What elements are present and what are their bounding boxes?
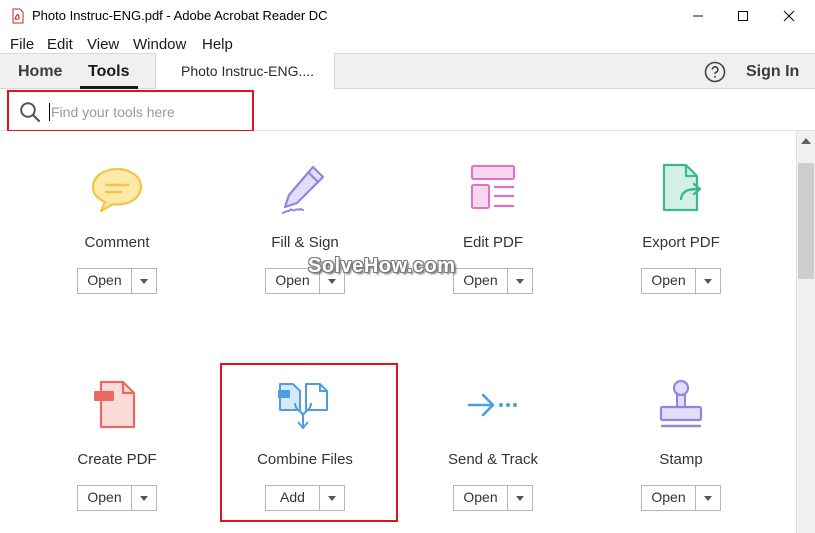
tool-send-track[interactable]: Send & Track Open: [413, 348, 573, 518]
tool-label: Fill & Sign: [271, 234, 339, 251]
search-input[interactable]: [51, 101, 241, 123]
sign-in-link[interactable]: Sign In: [746, 63, 799, 81]
search-icon: [20, 102, 41, 123]
speech-bubble-icon: [91, 167, 143, 213]
question-circle-icon[interactable]: [704, 61, 726, 83]
watermark: SolveHow.com: [308, 255, 456, 277]
tab-bar: Home Tools Photo Instruc-ENG.... Sign In: [0, 53, 815, 89]
open-button[interactable]: Open: [78, 269, 132, 293]
dropdown-button[interactable]: [508, 269, 532, 293]
tool-search-area: [0, 89, 815, 132]
tool-export-pdf[interactable]: Export PDF Open: [601, 131, 761, 301]
tool-comment[interactable]: Comment Open: [37, 131, 197, 301]
tool-label: Export PDF: [642, 234, 720, 251]
tool-stamp[interactable]: Stamp Open: [601, 348, 761, 518]
stamp-icon: [659, 379, 703, 428]
window-title: Photo Instruc-ENG.pdf - Adobe Acrobat Re…: [32, 8, 328, 23]
tool-open-button: Open: [77, 268, 157, 294]
tool-create-pdf[interactable]: Create PDF Open: [37, 348, 197, 518]
tool-open-button: Open: [77, 485, 157, 511]
menu-help[interactable]: Help: [202, 34, 233, 53]
tools-panel: Comment Open Fill & Sign Open Edit PDF O…: [0, 131, 796, 533]
create-pdf-icon: [94, 380, 136, 429]
menu-bar: File Edit View Window Help: [0, 32, 815, 54]
tool-label: Comment: [84, 234, 150, 251]
tool-label: Send & Track: [447, 451, 539, 468]
title-bar: Photo Instruc-ENG.pdf - Adobe Acrobat Re…: [0, 0, 815, 32]
pen-sign-icon: [282, 165, 325, 214]
pdf-file-icon: [12, 8, 24, 24]
tab-tools[interactable]: Tools: [88, 63, 129, 81]
tool-open-button: Open: [641, 485, 721, 511]
open-button[interactable]: Open: [454, 486, 508, 510]
close-button[interactable]: [766, 0, 812, 32]
menu-edit[interactable]: Edit: [47, 34, 73, 53]
tool-open-button: Open: [641, 268, 721, 294]
tab-home[interactable]: Home: [18, 63, 62, 81]
tool-label: Stamp: [659, 451, 703, 468]
tool-open-button: Open: [453, 268, 533, 294]
dropdown-button[interactable]: [132, 269, 156, 293]
dropdown-button[interactable]: [508, 486, 532, 510]
open-button[interactable]: Open: [642, 269, 696, 293]
caret-down-icon: [140, 495, 148, 501]
edit-layout-icon: [471, 165, 515, 209]
highlight-box: [220, 363, 398, 522]
tool-label: Edit PDF: [462, 234, 523, 251]
minimize-button[interactable]: [675, 0, 721, 32]
dropdown-button[interactable]: [132, 486, 156, 510]
document-tab-label: Photo Instruc-ENG....: [181, 63, 315, 79]
tool-label: Create PDF: [77, 451, 157, 468]
menu-window[interactable]: Window: [133, 34, 186, 53]
maximize-button[interactable]: [720, 0, 766, 32]
open-button[interactable]: Open: [642, 486, 696, 510]
close-icon: [783, 10, 795, 22]
dropdown-button[interactable]: [696, 269, 720, 293]
send-track-icon: [467, 393, 517, 417]
tool-open-button: Open: [453, 485, 533, 511]
export-file-icon: [662, 163, 702, 212]
caret-down-icon: [516, 278, 524, 284]
caret-down-icon: [328, 278, 336, 284]
maximize-icon: [738, 11, 748, 21]
scrollbar-thumb[interactable]: [798, 163, 814, 279]
open-button[interactable]: Open: [78, 486, 132, 510]
tab-document[interactable]: Photo Instruc-ENG....: [155, 53, 335, 89]
dropdown-button[interactable]: [696, 486, 720, 510]
caret-down-icon: [704, 495, 712, 501]
menu-file[interactable]: File: [10, 34, 34, 53]
text-caret: [49, 103, 50, 121]
caret-down-icon: [704, 278, 712, 284]
caret-down-icon: [516, 495, 524, 501]
tool-search-box[interactable]: [7, 90, 254, 132]
vertical-scrollbar[interactable]: [796, 131, 815, 533]
scroll-up-arrow-icon[interactable]: [801, 137, 811, 145]
minimize-icon: [693, 15, 703, 17]
open-button[interactable]: Open: [454, 269, 508, 293]
menu-view[interactable]: View: [87, 34, 119, 53]
caret-down-icon: [140, 278, 148, 284]
